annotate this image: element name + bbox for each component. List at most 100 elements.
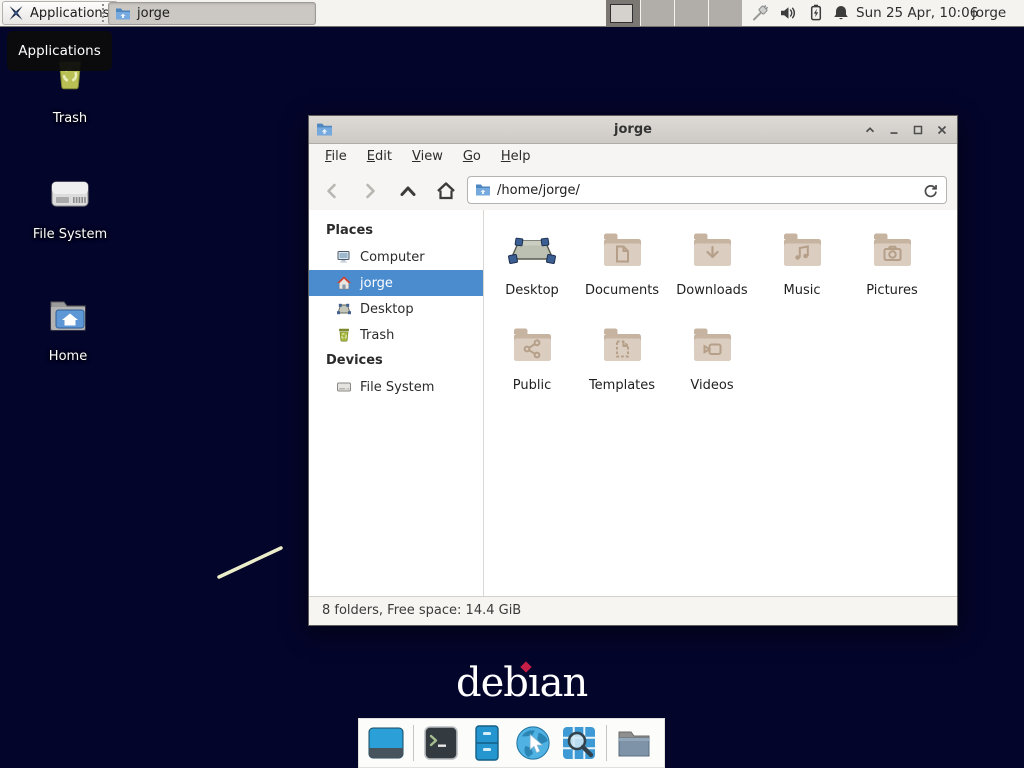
taskbar-window-button[interactable]: jorge [108,2,316,25]
workspace-4[interactable] [708,0,742,26]
sidebar-item-label: File System [360,380,434,395]
notifications-icon[interactable] [832,4,850,22]
drive-icon [336,379,352,395]
panel-user-menu[interactable]: jorge [972,0,1006,26]
file-item-label: Public [487,378,577,393]
video-folder-icon [686,321,738,369]
shade-button[interactable] [861,121,879,139]
dock-directory-menu-button[interactable] [615,724,653,762]
document-folder-icon [596,226,648,274]
applications-menu-button[interactable]: Applications [2,1,118,25]
home-folder-icon [44,292,92,340]
desktop-icon-label: Home [22,349,114,364]
application-finder-icon [560,724,598,762]
camera-folder-icon [866,226,918,274]
web-browser-icon [514,723,552,763]
sidebar-item-trash[interactable]: Trash [309,322,483,348]
workspace-window-preview [610,4,633,23]
window-controls [861,116,951,143]
debian-logo: debiandebıan [456,660,587,706]
sidebar: Places Computer [309,210,484,597]
top-panel: Applications jorge [0,0,1024,27]
music-folder-icon [776,226,828,274]
file-item-label: Templates [577,378,667,393]
home-button[interactable] [431,176,461,206]
window-folder-icon [316,121,333,138]
panel-clock[interactable]: Sun 25 Apr, 10:06 [856,0,978,26]
address-bar[interactable]: /home/jorge/ [467,176,947,204]
trash-icon [336,327,352,343]
file-item-templates[interactable]: Templates [577,321,667,393]
workspace-3[interactable] [674,0,708,26]
file-item-music[interactable]: Music [757,226,847,298]
dock-show-desktop-button[interactable] [367,724,405,762]
file-item-downloads[interactable]: Downloads [667,226,757,298]
menu-file[interactable]: File [315,144,357,170]
applications-menu-icon [7,4,25,22]
file-item-videos[interactable]: Videos [667,321,757,393]
window-titlebar[interactable]: jorge [309,116,957,144]
back-button[interactable] [317,176,347,206]
menu-edit[interactable]: Edit [357,144,402,170]
desktop-screen: debiandebıan Applications jorge [0,0,1024,768]
window-body: Places Computer [309,210,957,597]
file-item-documents[interactable]: Documents [577,226,667,298]
file-item-label: Documents [577,283,667,298]
network-icon[interactable] [751,4,769,22]
reload-icon[interactable] [922,182,939,199]
applications-tooltip-text: Applications [18,43,100,59]
file-item-pictures[interactable]: Pictures [847,226,937,298]
desktop-icon [506,226,558,274]
sidebar-item-jorge[interactable]: jorge [309,270,483,296]
forward-button[interactable] [355,176,385,206]
sidebar-item-label: jorge [360,276,393,291]
file-item-desktop[interactable]: Desktop [487,226,577,298]
file-cabinet-icon [468,724,506,762]
folder-icon [115,6,131,22]
computer-icon [336,249,352,265]
template-folder-icon [596,321,648,369]
hard-drive-icon [46,170,94,218]
up-button[interactable] [393,176,423,206]
desktop-icon-home[interactable]: Home [22,292,114,364]
sidebar-item-computer[interactable]: Computer [309,244,483,270]
file-list-view[interactable]: Desktop Documents [484,210,957,597]
panel-handle[interactable] [102,4,104,22]
sidebar-item-label: Desktop [360,302,414,317]
debian-logo-dot [520,661,531,672]
sidebar-item-file-system[interactable]: File System [309,374,483,400]
file-manager-window: jorge File Edit View Go Help [308,115,958,626]
volume-icon[interactable] [779,4,797,22]
dock-application-finder-button[interactable] [560,724,598,762]
back-icon [322,181,342,201]
up-icon [398,181,418,201]
sidebar-item-label: Trash [360,328,394,343]
menu-go[interactable]: Go [453,144,491,170]
sidebar-item-desktop[interactable]: Desktop [309,296,483,322]
file-item-public[interactable]: Public [487,321,577,393]
close-button[interactable] [933,121,951,139]
desktop-icon-label: Trash [24,111,116,126]
desktop-icon-file-system[interactable]: File System [22,170,118,242]
workspace-1[interactable] [606,0,640,26]
dock-separator [606,725,607,761]
dock-file-manager-button[interactable] [468,724,506,762]
dock-terminal-button[interactable] [422,724,460,762]
file-item-label: Pictures [847,283,937,298]
address-path[interactable]: /home/jorge/ [497,183,916,198]
dock-separator [413,725,414,761]
workspace-pager[interactable] [606,0,742,26]
sidebar-header-devices: Devices [309,348,483,374]
file-item-label: Desktop [487,283,577,298]
dock-web-browser-button[interactable] [514,724,552,762]
workspace-2[interactable] [640,0,674,26]
battery-icon[interactable] [807,4,825,22]
menu-view[interactable]: View [402,144,453,170]
window-title: jorge [309,122,957,137]
minimize-button[interactable] [885,121,903,139]
menu-help[interactable]: Help [491,144,541,170]
home-icon [336,275,352,291]
file-item-label: Downloads [667,283,757,298]
applications-menu-label: Applications [30,6,109,21]
maximize-button[interactable] [909,121,927,139]
